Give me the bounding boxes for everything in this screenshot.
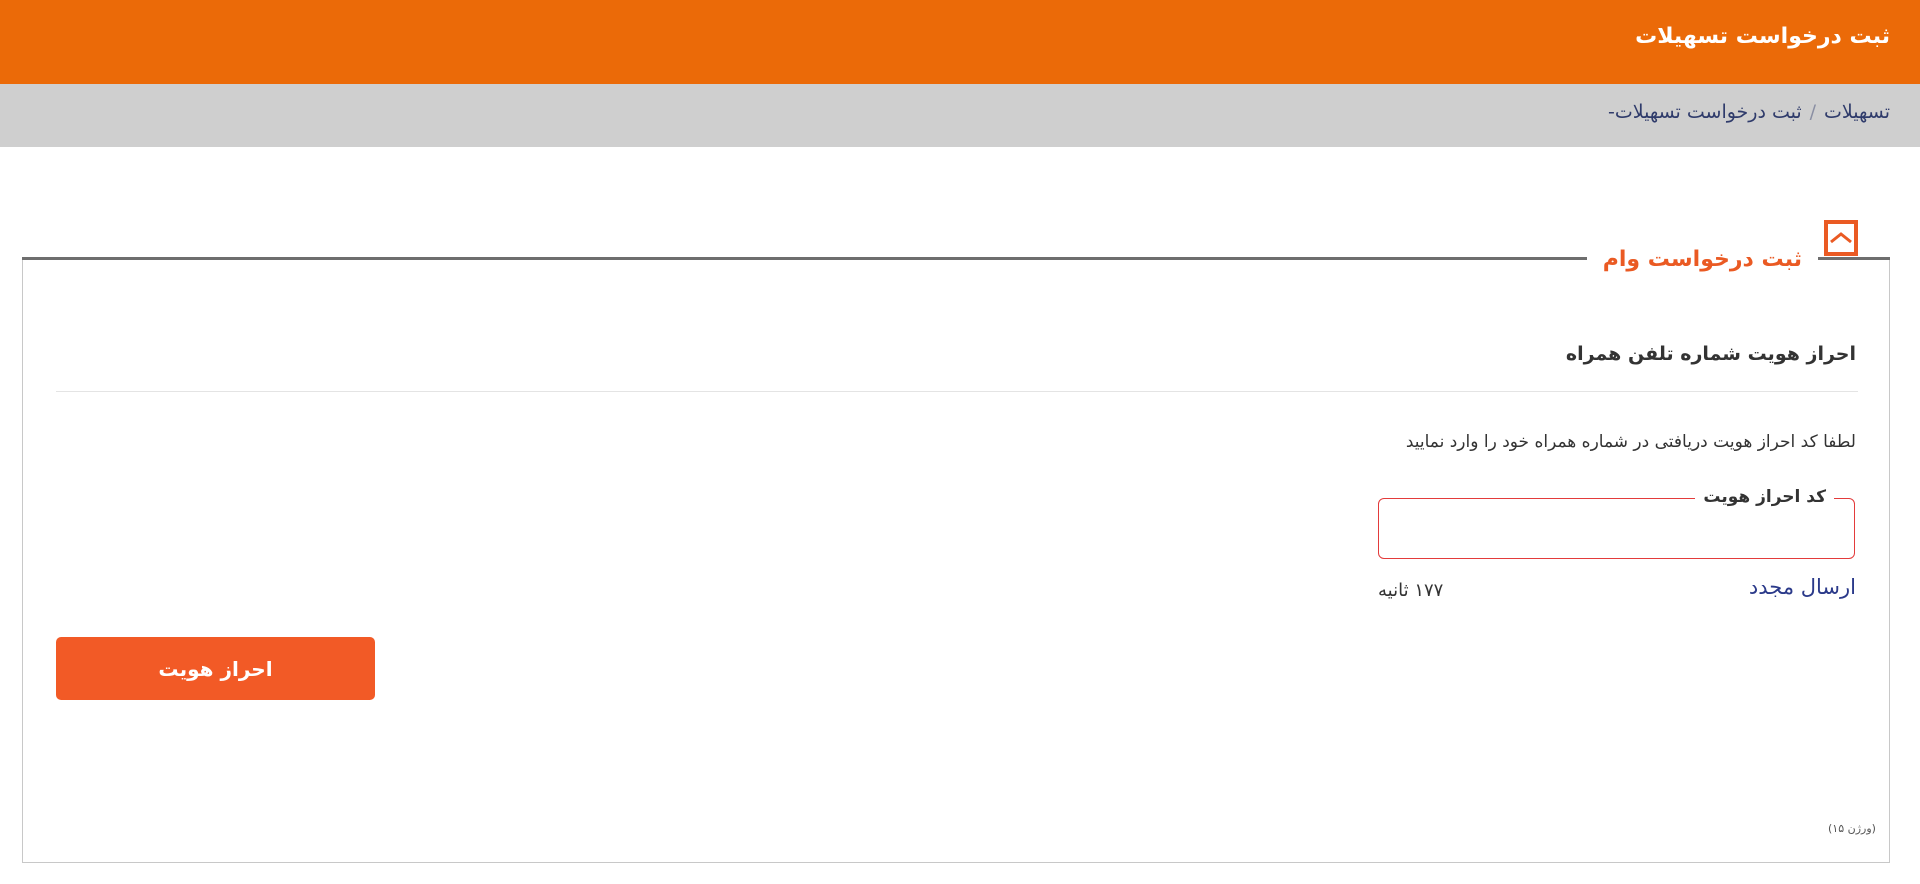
countdown-timer: ۱۷۷ ثانیه <box>1378 580 1444 601</box>
version-label: (ورژن ۱۵) <box>1828 822 1876 835</box>
verify-button[interactable]: احراز هویت <box>56 637 375 700</box>
breadcrumb-item-root[interactable]: تسهیلات <box>1824 101 1890 123</box>
panel-title-wrap: ثبت درخواست وام <box>1586 238 1818 282</box>
breadcrumb: تسهیلات / ثبت درخواست تسهیلات- <box>1608 101 1890 123</box>
section-divider <box>56 391 1858 392</box>
collapse-icon[interactable] <box>1824 220 1858 256</box>
breadcrumb-item-current: ثبت درخواست تسهیلات- <box>1608 101 1802 123</box>
resend-code-link[interactable]: ارسال مجدد <box>1749 575 1856 599</box>
instruction-text: لطفا کد احراز هویت دریافتی در شماره همرا… <box>1405 432 1856 452</box>
verification-code-input[interactable] <box>1387 513 1846 551</box>
app-header: ثبت درخواست تسهیلات <box>0 0 1920 84</box>
panel-title: ثبت درخواست وام <box>1602 247 1802 272</box>
verification-code-label: کد احراز هویت <box>1695 485 1834 509</box>
section-heading: احراز هویت شماره تلفن همراه <box>1565 343 1856 365</box>
breadcrumb-bar: تسهیلات / ثبت درخواست تسهیلات- <box>0 84 1920 147</box>
verification-code-field: کد احراز هویت <box>1378 485 1855 559</box>
page-title: ثبت درخواست تسهیلات <box>1635 24 1890 49</box>
breadcrumb-separator: / <box>1809 101 1817 123</box>
